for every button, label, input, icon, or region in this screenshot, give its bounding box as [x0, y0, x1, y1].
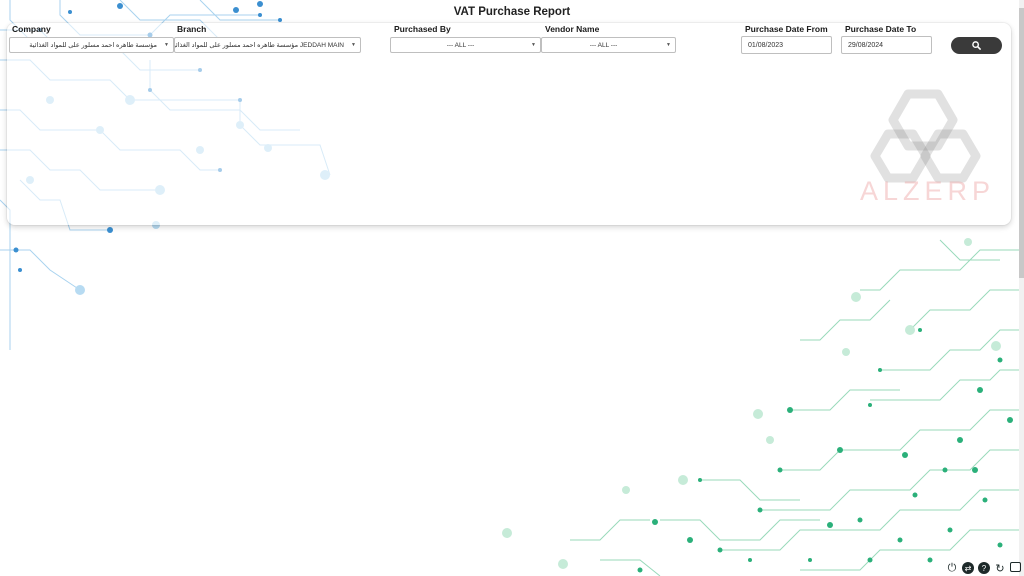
vendor-name-label: Vendor Name — [545, 24, 600, 34]
branch-select[interactable]: مؤسسة طاهره احمد مسلور على للمواد الغذائ… — [174, 37, 361, 53]
vendor-name-select[interactable]: --- ALL --- ▼ — [541, 37, 676, 53]
scrollbar-thumb[interactable] — [1019, 8, 1024, 278]
search-button[interactable] — [951, 37, 1002, 54]
system-tray: ⏻ ⇄ ? ↻ — [946, 562, 1021, 575]
window-icon[interactable] — [1010, 562, 1021, 572]
page-title: VAT Purchase Report — [453, 6, 571, 18]
company-select[interactable]: مؤسسة طاهره احمد مسلور على للمواد الغذائ… — [9, 37, 174, 53]
search-icon — [972, 41, 981, 50]
date-to-input[interactable]: 29/08/2024 — [841, 36, 932, 54]
purchased-by-select[interactable]: --- ALL --- ▼ — [390, 37, 541, 53]
company-select-value: مؤسسة طاهره احمد مسلور على للمواد الغذائ… — [29, 42, 157, 49]
branch-label: Branch — [177, 24, 207, 34]
company-label: Company — [12, 24, 51, 34]
power-icon[interactable]: ⏻ — [946, 562, 958, 574]
branch-select-value: مؤسسة طاهره احمد مسلور على للمواد الغذائ… — [174, 42, 344, 49]
purchased-by-select-value: --- ALL --- — [446, 41, 475, 49]
purchased-by-label: Purchased By — [394, 24, 451, 34]
refresh-icon[interactable]: ↻ — [994, 562, 1006, 575]
chevron-down-icon: ▼ — [531, 42, 536, 48]
share-icon[interactable]: ⇄ — [962, 562, 974, 574]
date-from-label: Purchase Date From — [745, 24, 828, 34]
help-icon[interactable]: ? — [978, 562, 990, 574]
chevron-down-icon: ▼ — [351, 42, 356, 48]
date-to-label: Purchase Date To — [845, 24, 917, 34]
logo-text: ALZERP — [860, 176, 996, 206]
chevron-down-icon: ▼ — [666, 42, 671, 48]
vendor-name-select-value: --- ALL --- — [589, 41, 618, 49]
chevron-down-icon: ▼ — [164, 42, 169, 48]
date-from-input[interactable]: 01/08/2023 — [741, 36, 832, 54]
